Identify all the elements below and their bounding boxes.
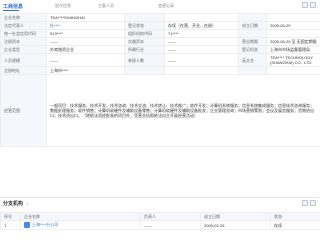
field-value: 存续（在营、开业、在册） xyxy=(164,21,239,30)
info-row: 法定代表人 杜**** 登记状态 存续（在营、开业、在册） 成立日期 2005-06-29 xyxy=(0,21,320,30)
column-header: 序号 xyxy=(0,212,21,221)
header-actions xyxy=(302,2,316,8)
field-label xyxy=(238,13,267,22)
scope-label: 经营范围 xyxy=(0,74,47,147)
field-label: 企业名称 xyxy=(0,13,47,22)
field-label: 企业类型 xyxy=(0,45,47,54)
branch-name-cell: 上海****分公司 xyxy=(20,220,141,230)
info-row: 注册资本 —— 实缴资本 —— 营业期限 2005-06-29 至 无固定期限 xyxy=(0,37,320,46)
field-value: 71**** xyxy=(164,29,239,38)
field-label: 人员规模 xyxy=(0,53,47,67)
section-header: 工商信息 股东信息 主要人员 变更记录 xyxy=(0,0,320,12)
field-label: 实缴资本 xyxy=(124,37,165,46)
field-label: 成立日期 xyxy=(238,21,267,30)
branch-status: 存续 xyxy=(270,220,320,230)
branch-actions xyxy=(302,200,316,206)
subtab-1[interactable]: 股东信息 xyxy=(55,3,71,9)
column-header: 负责人 xyxy=(140,212,201,221)
section-title[interactable]: 工商信息 xyxy=(3,3,23,10)
field-value: —— xyxy=(164,53,239,67)
field-value xyxy=(266,29,320,38)
field-value: 2005-06-29 至 无固定期限 xyxy=(266,37,320,46)
filter-icon[interactable] xyxy=(310,200,316,206)
field-value: —— xyxy=(46,37,125,46)
field-label: 统一社会信用代码 xyxy=(0,29,47,38)
row-index: 1 xyxy=(0,220,21,230)
field-value xyxy=(164,66,239,75)
branch-person: —— xyxy=(140,220,201,230)
export-icon[interactable] xyxy=(302,200,308,206)
branch-name-link[interactable]: 上海****分公司 xyxy=(32,222,58,227)
field-label: 注册资本 xyxy=(0,37,47,46)
branch-date: 2009-02-26 xyxy=(200,220,271,230)
business-info-table: 企业名称 TEA****SHANGHAI 法定代表人 杜**** 登记状态 存续（在营、开… xyxy=(0,13,320,147)
field-label: 营业期限 xyxy=(238,37,267,46)
field-label: 登记状态 xyxy=(124,21,165,30)
share-icon[interactable] xyxy=(310,2,316,8)
company-logo-icon xyxy=(24,222,30,228)
column-header: 状态 xyxy=(270,212,320,221)
field-value: 2005-06-29 xyxy=(266,21,320,30)
field-label xyxy=(238,66,267,75)
info-row: 企业类型 外商独资企业 所属行业 —— 登记机关 上海市市场监督管理局 xyxy=(0,45,320,54)
field-value: 上海市**** xyxy=(46,66,125,75)
field-label: 法定代表人 xyxy=(0,21,47,30)
field-label xyxy=(124,66,165,75)
field-label: 所属行业 xyxy=(124,45,165,54)
info-row: 统一社会信用代码 913**** 组织机构代码 71**** xyxy=(0,29,320,38)
field-value xyxy=(266,66,320,75)
subtab-2[interactable]: 主要人员 xyxy=(98,3,114,9)
field-value: 上海市市场监督管理局 xyxy=(266,45,320,54)
field-label xyxy=(238,29,267,38)
field-label: 组织机构代码 xyxy=(124,29,165,38)
info-row: 注册地址 上海市**** xyxy=(0,66,320,75)
field-value: TEA**** TECHNOLOGY (SHANGHAI) CO., LTD. xyxy=(266,53,320,67)
field-value: —— xyxy=(164,45,239,54)
field-label: 参保人数 xyxy=(124,53,165,67)
info-row: 人员规模 —— 参保人数 —— 英文名 TEA**** TECHNOLOGY (SHANG… xyxy=(0,53,320,67)
field-value[interactable]: 杜**** xyxy=(46,21,125,30)
table-row[interactable]: 1 上海****分公司 —— 2009-02-26 存续 xyxy=(0,220,320,230)
branch-count: 1 xyxy=(26,201,29,206)
field-value: —— xyxy=(46,53,125,67)
scope-row: 经营范围 一般项目：技术服务、技术开发、技术咨询、技术交流、技术转让、技术推广；软… xyxy=(0,74,320,147)
active-tab-underline xyxy=(3,10,19,11)
branch-table: 序号 企业名称 负责人 成立日期 状态 1 上海****分公司 —— 2009-02-26 存续 xyxy=(0,212,320,230)
info-row: 企业名称 TEA****SHANGHAI xyxy=(0,13,320,22)
branch-header-row: 序号 企业名称 负责人 成立日期 状态 xyxy=(0,212,320,221)
copy-icon[interactable] xyxy=(302,2,308,8)
field-label: 登记机关 xyxy=(238,45,267,54)
field-label: 英文名 xyxy=(238,53,267,67)
scope-text: 一般项目：技术服务、技术开发、技术咨询、技术交流、技术转让、技术推广；软件开发；… xyxy=(46,74,320,147)
branch-title: 分支机构 xyxy=(3,201,24,207)
column-header: 成立日期 xyxy=(200,212,271,221)
field-label: 注册地址 xyxy=(0,66,47,75)
field-value: 外商独资企业 xyxy=(46,45,125,54)
field-value xyxy=(266,13,320,22)
field-label xyxy=(124,13,165,22)
field-value: 913**** xyxy=(46,29,125,38)
field-value xyxy=(164,13,239,22)
subtab-3[interactable]: 变更记录 xyxy=(158,3,174,9)
column-header: 企业名称 xyxy=(20,212,141,221)
field-value: —— xyxy=(164,37,239,46)
field-value: TEA****SHANGHAI xyxy=(46,13,125,22)
